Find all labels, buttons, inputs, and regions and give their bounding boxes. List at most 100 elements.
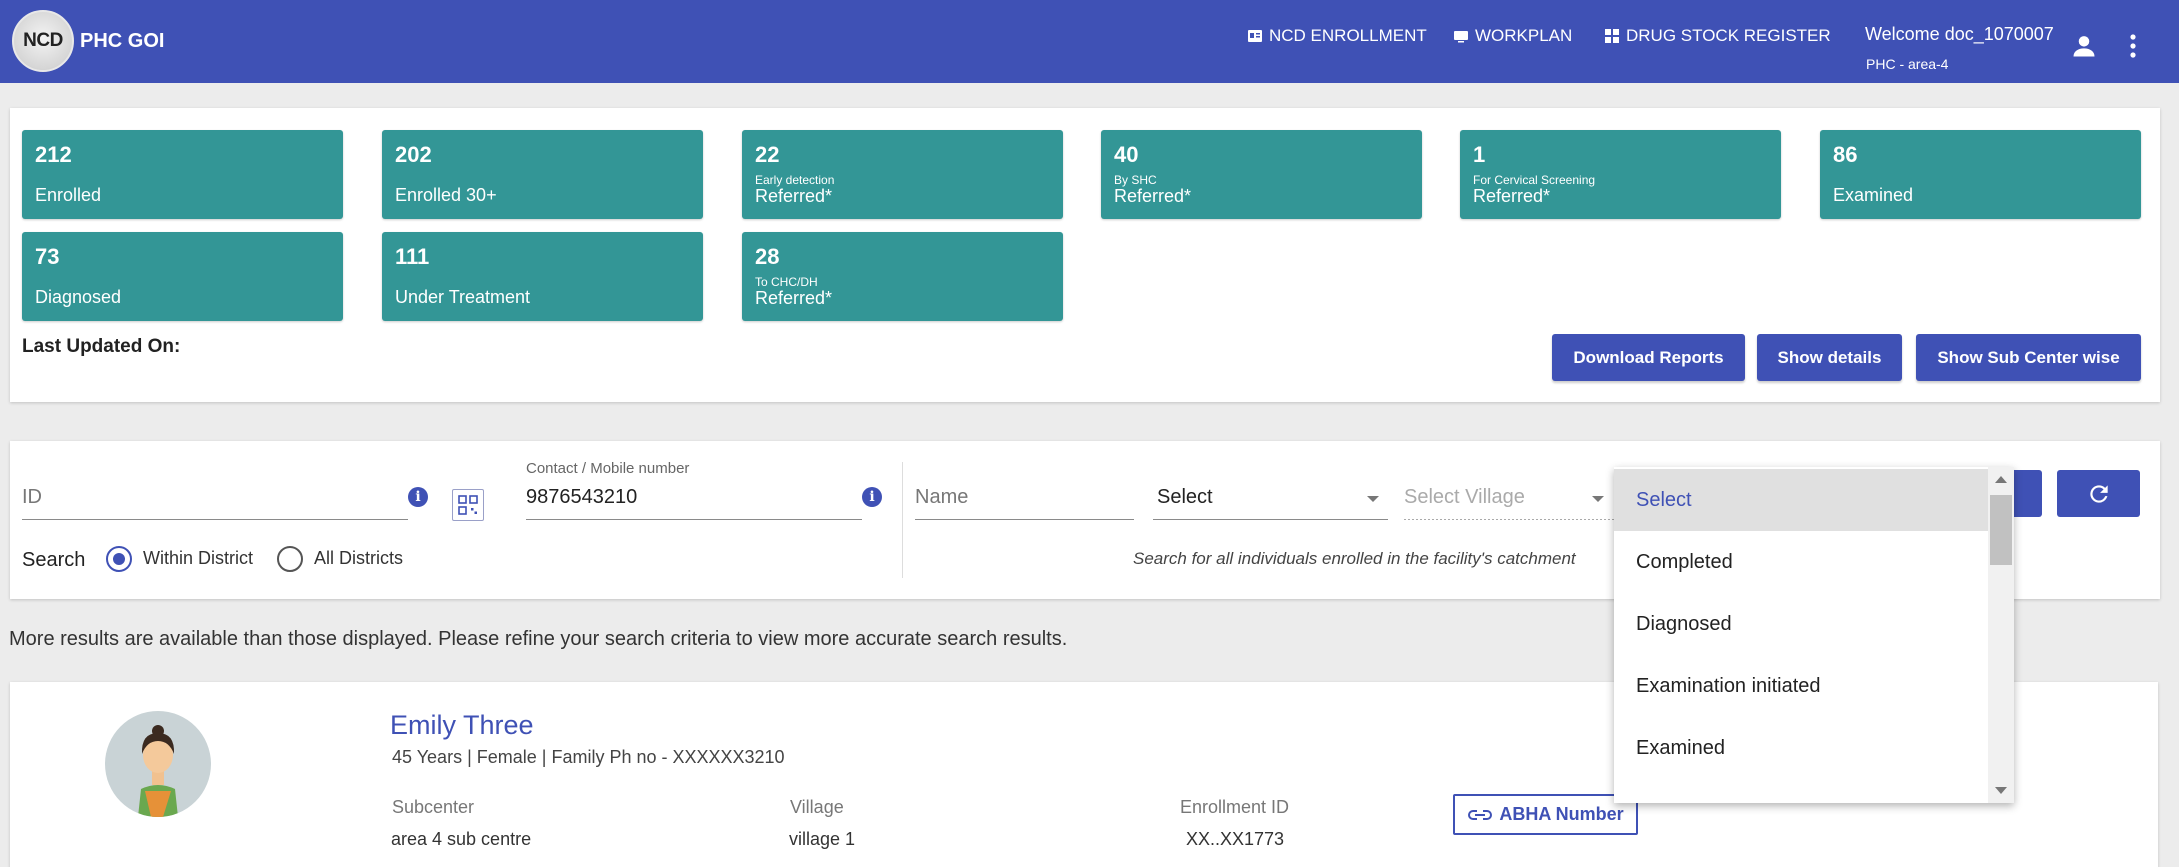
village-value: village 1 (789, 829, 856, 849)
status-select[interactable]: Select (1157, 486, 1213, 509)
stat-card-diagnosed[interactable]: 73 Diagnosed (22, 232, 343, 321)
scroll-up-arrow-icon[interactable] (1995, 476, 2007, 483)
welcome-text: Welcome doc_1070007 (1865, 24, 2054, 44)
dropdown-option-diagnosed[interactable]: Diagnosed (1614, 593, 1988, 655)
stat-value: 22 (755, 142, 780, 167)
scrollbar-thumb[interactable] (1990, 495, 2012, 565)
stat-value: 1 (1473, 142, 1486, 167)
chevron-down-icon (1592, 496, 1604, 502)
stat-label: Referred* (755, 186, 833, 206)
stat-card-by-shc[interactable]: 40 By SHC Referred* (1101, 130, 1422, 219)
stat-sublabel: To CHC/DH (755, 275, 818, 289)
link-icon (1468, 809, 1493, 820)
enrollment-id-value: XX..XX1773 (1186, 829, 1285, 849)
nav-drug-stock-register[interactable]: DRUG STOCK REGISTER (1605, 26, 1831, 46)
dropdown-scrollbar[interactable] (1988, 467, 2014, 803)
stat-value: 212 (35, 142, 72, 167)
stat-card-cervical-screening[interactable]: 1 For Cervical Screening Referred* (1460, 130, 1781, 219)
app-logo: NCD (12, 10, 74, 72)
nav-label: WORKPLAN (1475, 26, 1573, 45)
stat-value: 86 (1833, 142, 1858, 167)
stat-sublabel: By SHC (1114, 173, 1157, 187)
abha-number-label: ABHA Number (1499, 804, 1624, 824)
subcenter-value: area 4 sub centre (391, 829, 532, 849)
nav-label: NCD ENROLLMENT (1269, 26, 1427, 45)
stat-label: Examined (1833, 185, 1914, 205)
stat-label: Referred* (1114, 186, 1192, 206)
radio-within-district[interactable] (106, 546, 132, 572)
status-dropdown-menu[interactable]: Select Completed Diagnosed Examination i… (1614, 467, 2014, 803)
more-vert-icon[interactable] (2123, 32, 2143, 60)
subcenter-label: Subcenter (392, 797, 475, 817)
stat-label: Referred* (1473, 186, 1551, 206)
person-details: 45 Years | Female | Family Ph no - XXXXX… (392, 747, 785, 767)
stat-label: Enrolled 30+ (395, 185, 497, 205)
status-select-underline (1153, 519, 1388, 520)
nav-label: DRUG STOCK REGISTER (1626, 26, 1831, 45)
village-select-underline (1404, 519, 1614, 520)
vertical-divider (902, 462, 903, 578)
person-name[interactable]: Emily Three (390, 710, 534, 741)
dropdown-option-select[interactable]: Select (1614, 469, 1988, 531)
search-hint: Search for all individuals enrolled in t… (1133, 549, 1576, 568)
nav-workplan[interactable]: WORKPLAN (1454, 26, 1572, 46)
id-card-icon (1248, 30, 1262, 42)
account-icon[interactable] (2070, 32, 2098, 60)
mobile-field-label: Contact / Mobile number (526, 460, 690, 477)
show-details-button[interactable]: Show details (1757, 334, 1902, 381)
stat-card-under-treatment[interactable]: 111 Under Treatment (382, 232, 703, 321)
stat-label: Enrolled (35, 185, 102, 205)
abha-number-button[interactable]: ABHA Number (1453, 794, 1638, 835)
app-title: PHC GOI (80, 29, 165, 52)
scroll-down-arrow-icon[interactable] (1995, 787, 2007, 794)
stat-card-examined[interactable]: 86 Examined (1820, 130, 2141, 219)
stat-value: 111 (395, 244, 430, 269)
download-reports-button[interactable]: Download Reports (1552, 334, 1745, 381)
chevron-down-icon (1367, 496, 1379, 502)
female-avatar-icon (138, 725, 178, 817)
village-select[interactable]: Select Village (1404, 486, 1525, 509)
avatar (105, 711, 211, 817)
radio-within-district-label: Within District (143, 548, 254, 568)
enrollment-id-label: Enrollment ID (1180, 797, 1290, 817)
top-app-bar: NCD PHC GOI NCD ENROLLMENT WORKPLAN DRUG… (0, 0, 2179, 83)
radio-all-districts-label: All Districts (314, 548, 403, 568)
search-scope-label: Search (22, 549, 86, 571)
qr-code-icon (458, 495, 478, 515)
id-input[interactable]: ID (22, 486, 42, 509)
nav-ncd-enrollment[interactable]: NCD ENROLLMENT (1248, 26, 1427, 46)
stat-sublabel: For Cervical Screening (1473, 173, 1596, 187)
stat-value: 202 (395, 142, 432, 167)
dropdown-option-examined[interactable]: Examined (1614, 717, 1988, 779)
dropdown-option-examination-initiated[interactable]: Examination initiated (1614, 655, 1988, 717)
refresh-button[interactable] (2057, 470, 2140, 517)
stat-label: Diagnosed (35, 287, 122, 307)
name-input[interactable]: Name (915, 486, 968, 509)
mobile-input-underline (526, 519, 862, 520)
facility-name: PHC - area-4 (1866, 56, 1949, 72)
stat-sublabel: Early detection (755, 173, 835, 187)
stat-card-enrolled[interactable]: 212 Enrolled (22, 130, 343, 219)
name-input-underline (915, 519, 1134, 520)
stat-card-early-detection[interactable]: 22 Early detection Referred* (742, 130, 1063, 219)
mobile-input[interactable]: 9876543210 (526, 486, 637, 509)
dropdown-option-completed[interactable]: Completed (1614, 531, 1988, 593)
refresh-icon (2089, 484, 2108, 503)
id-input-underline (22, 519, 408, 520)
stat-label: Referred* (755, 288, 833, 308)
stat-card-enrolled-30[interactable]: 202 Enrolled 30+ (382, 130, 703, 219)
brand[interactable]: NCD PHC GOI (12, 10, 164, 72)
stat-card-to-chc-dh[interactable]: 28 To CHC/DH Referred* (742, 232, 1063, 321)
more-results-notice: More results are available than those di… (9, 628, 1068, 650)
stat-value: 73 (35, 244, 60, 269)
info-icon[interactable]: i (408, 487, 428, 507)
stat-value: 28 (755, 244, 780, 269)
show-sub-center-wise-button[interactable]: Show Sub Center wise (1916, 334, 2141, 381)
logo-text: NCD (23, 30, 63, 51)
last-updated-label: Last Updated On: (22, 336, 181, 357)
info-icon[interactable]: i (862, 487, 882, 507)
grid-icon (1605, 29, 1619, 43)
village-label: Village (790, 797, 844, 817)
qr-scan-icon[interactable] (452, 489, 484, 521)
radio-all-districts[interactable] (277, 546, 303, 572)
